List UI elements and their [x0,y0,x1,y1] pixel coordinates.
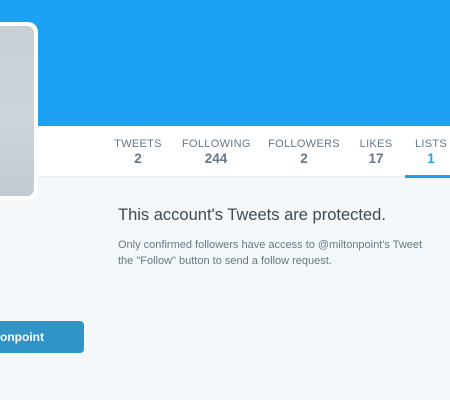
avatar-image [0,26,34,196]
nav-value-likes: 17 [368,151,384,166]
nav-item-likes[interactable]: LIKES 17 [354,126,398,177]
nav-value-lists: 1 [427,151,435,166]
nav-item-followers[interactable]: FOLLOWERS 2 [268,126,340,177]
nav-label-tweets: TWEETS [114,138,162,150]
follow-button[interactable]: onpoint [0,321,84,353]
nav-item-following[interactable]: FOLLOWING 244 [182,126,250,177]
nav-item-tweets[interactable]: TWEETS 2 [113,126,163,177]
nav-label-following: FOLLOWING [182,138,251,150]
profile-page: TWEETS 2 FOLLOWING 244 FOLLOWERS 2 LIKES… [0,0,450,400]
protected-description: Only confirmed followers have access to … [118,237,450,269]
protected-description-line-2: the "Follow" button to send a follow req… [118,255,332,267]
protected-title: This account's Tweets are protected. [118,206,386,224]
nav-item-lists[interactable]: LISTS 1 [405,126,450,178]
nav-value-following: 244 [204,151,228,166]
avatar[interactable] [0,22,38,200]
nav-value-tweets: 2 [134,151,142,166]
protected-description-line-1: Only confirmed followers have access to … [118,239,423,251]
nav-value-followers: 2 [300,151,308,166]
profile-nav: TWEETS 2 FOLLOWING 244 FOLLOWERS 2 LIKES… [0,126,450,178]
nav-label-lists: LISTS [414,138,448,150]
nav-label-followers: FOLLOWERS [268,138,340,150]
nav-label-likes: LIKES [359,138,393,150]
header-banner [0,0,450,126]
